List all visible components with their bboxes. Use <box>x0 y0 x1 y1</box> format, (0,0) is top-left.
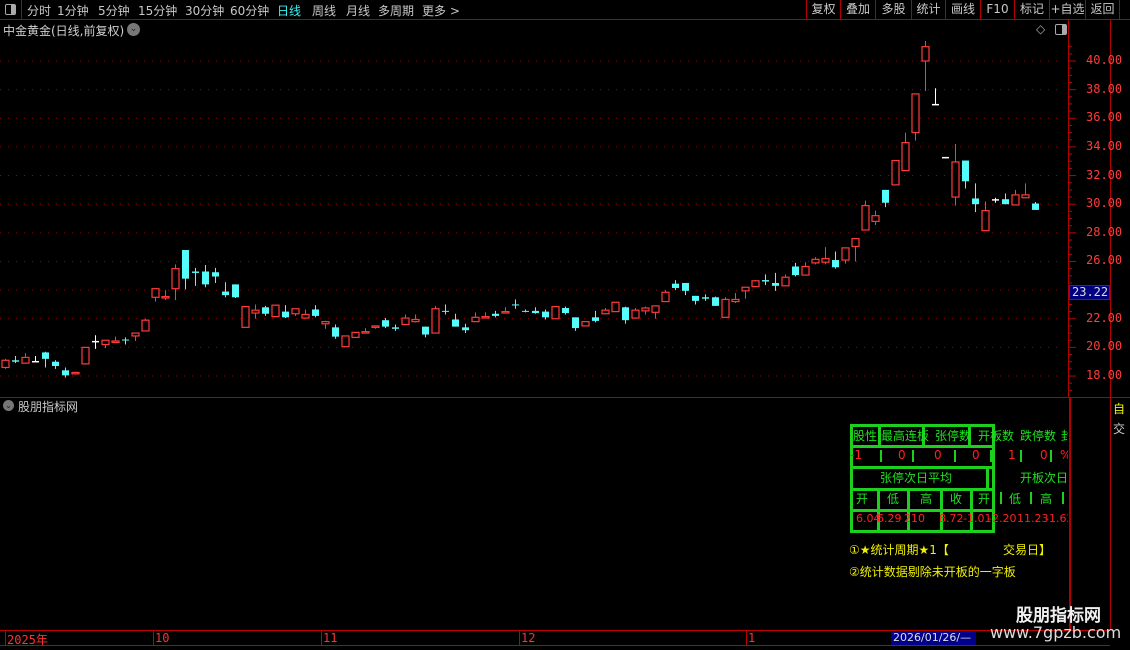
table-line <box>912 450 914 462</box>
table-value-cell: 0 <box>934 448 942 462</box>
price-axis-label: 22.00 <box>1086 310 1123 325</box>
table-subvalue-cell: -2.20 <box>988 512 1017 525</box>
table-line <box>850 530 995 533</box>
table-subvalue-cell: -1.62 <box>1045 512 1068 525</box>
table-line <box>1000 492 1002 504</box>
table-line <box>940 488 943 532</box>
table-line <box>990 450 992 462</box>
right-strip-tab[interactable]: 自 <box>1113 400 1130 417</box>
table-header-cell: 张停数 <box>935 429 972 443</box>
time-axis-tick <box>321 630 322 646</box>
time-axis-tick <box>5 630 6 646</box>
table-header-cell: 最高连板 <box>881 429 930 443</box>
table-subvalue-cell: 210 <box>904 512 925 525</box>
table-subvalue-cell: 6.29 <box>877 512 902 525</box>
table-header-cell: 股性 <box>853 429 878 443</box>
table-subheader-cell: 收 <box>950 492 963 506</box>
table-value-cell: 0 <box>972 448 980 462</box>
table-subheader-cell: 高 <box>920 492 933 506</box>
price-axis-divider <box>1068 20 1069 397</box>
table-subheader-cell: 高 <box>1040 492 1053 506</box>
time-axis-label: 2025年 <box>7 633 48 647</box>
price-axis-label: 32.00 <box>1086 167 1123 182</box>
table-line <box>1050 450 1052 462</box>
table-header-cell: 跌停数 <box>1020 429 1057 443</box>
price-axis-label: 34.00 <box>1086 138 1123 153</box>
table-line <box>1020 450 1022 462</box>
table-line <box>880 450 882 462</box>
price-axis-label: 30.00 <box>1086 196 1123 211</box>
time-axis-label: 1 <box>748 631 756 645</box>
time-axis-tick <box>519 630 520 646</box>
table-header-cell: 封 <box>1061 429 1068 443</box>
table-value-cell: 0 <box>898 448 906 462</box>
price-axis-label: 20.00 <box>1086 339 1123 354</box>
current-price-label: 23.22 <box>1069 285 1110 300</box>
note-period: ①★统计周期★1【 <box>849 543 949 557</box>
table-subheader-cell: 低 <box>887 492 900 506</box>
table-line <box>970 488 973 532</box>
watermark-url: www.7gpzb.com <box>990 623 1122 642</box>
table-subheader-cell: 开 <box>978 492 991 506</box>
table-group-label: 张停次日平均 <box>880 471 953 485</box>
price-axis-label: 38.00 <box>1086 81 1123 96</box>
cursor-date-label: 2026/01/26/— <box>891 631 976 645</box>
time-axis-tick <box>153 630 154 646</box>
price-axis-label: 28.00 <box>1086 224 1123 239</box>
note-exclusion: ②统计数据剔除未开板的一字板 <box>849 565 1016 579</box>
table-subvalue-cell: 8.72 <box>939 512 964 525</box>
table-line <box>1030 492 1032 504</box>
price-axis-label: 26.00 <box>1086 253 1123 268</box>
time-axis-label: 11 <box>323 631 338 645</box>
price-axis-label: 40.00 <box>1086 53 1123 67</box>
right-strip-tab[interactable]: 交 <box>1113 420 1130 437</box>
table-line <box>877 488 880 532</box>
table-line <box>907 488 910 532</box>
price-axis-label: 18.00 <box>1086 368 1123 383</box>
table-value-cell: 0 <box>1040 448 1048 462</box>
table-value-cell: -1 <box>850 448 862 462</box>
table-subheader-cell: 低 <box>1009 492 1022 506</box>
table-line <box>986 466 989 488</box>
table-value-cell: 1 <box>1008 448 1016 462</box>
table-group-label: 开板次日 <box>1020 471 1068 485</box>
time-axis-tick <box>746 630 747 646</box>
table-header-cell: 开板数 <box>978 429 1015 443</box>
time-axis-label: 10 <box>155 631 170 645</box>
note-period-unit: 交易日】 <box>1003 543 1052 557</box>
indicator-axis-divider <box>1069 397 1071 630</box>
price-axis-label: 36.00 <box>1086 110 1123 125</box>
time-axis-label: 12 <box>521 631 536 645</box>
table-line <box>954 450 956 462</box>
table-subvalue-cell: 11.23 <box>1017 512 1049 525</box>
table-subheader-cell: 开 <box>856 492 869 506</box>
table-value-cell: % <box>1060 448 1068 462</box>
table-line <box>1062 492 1064 504</box>
